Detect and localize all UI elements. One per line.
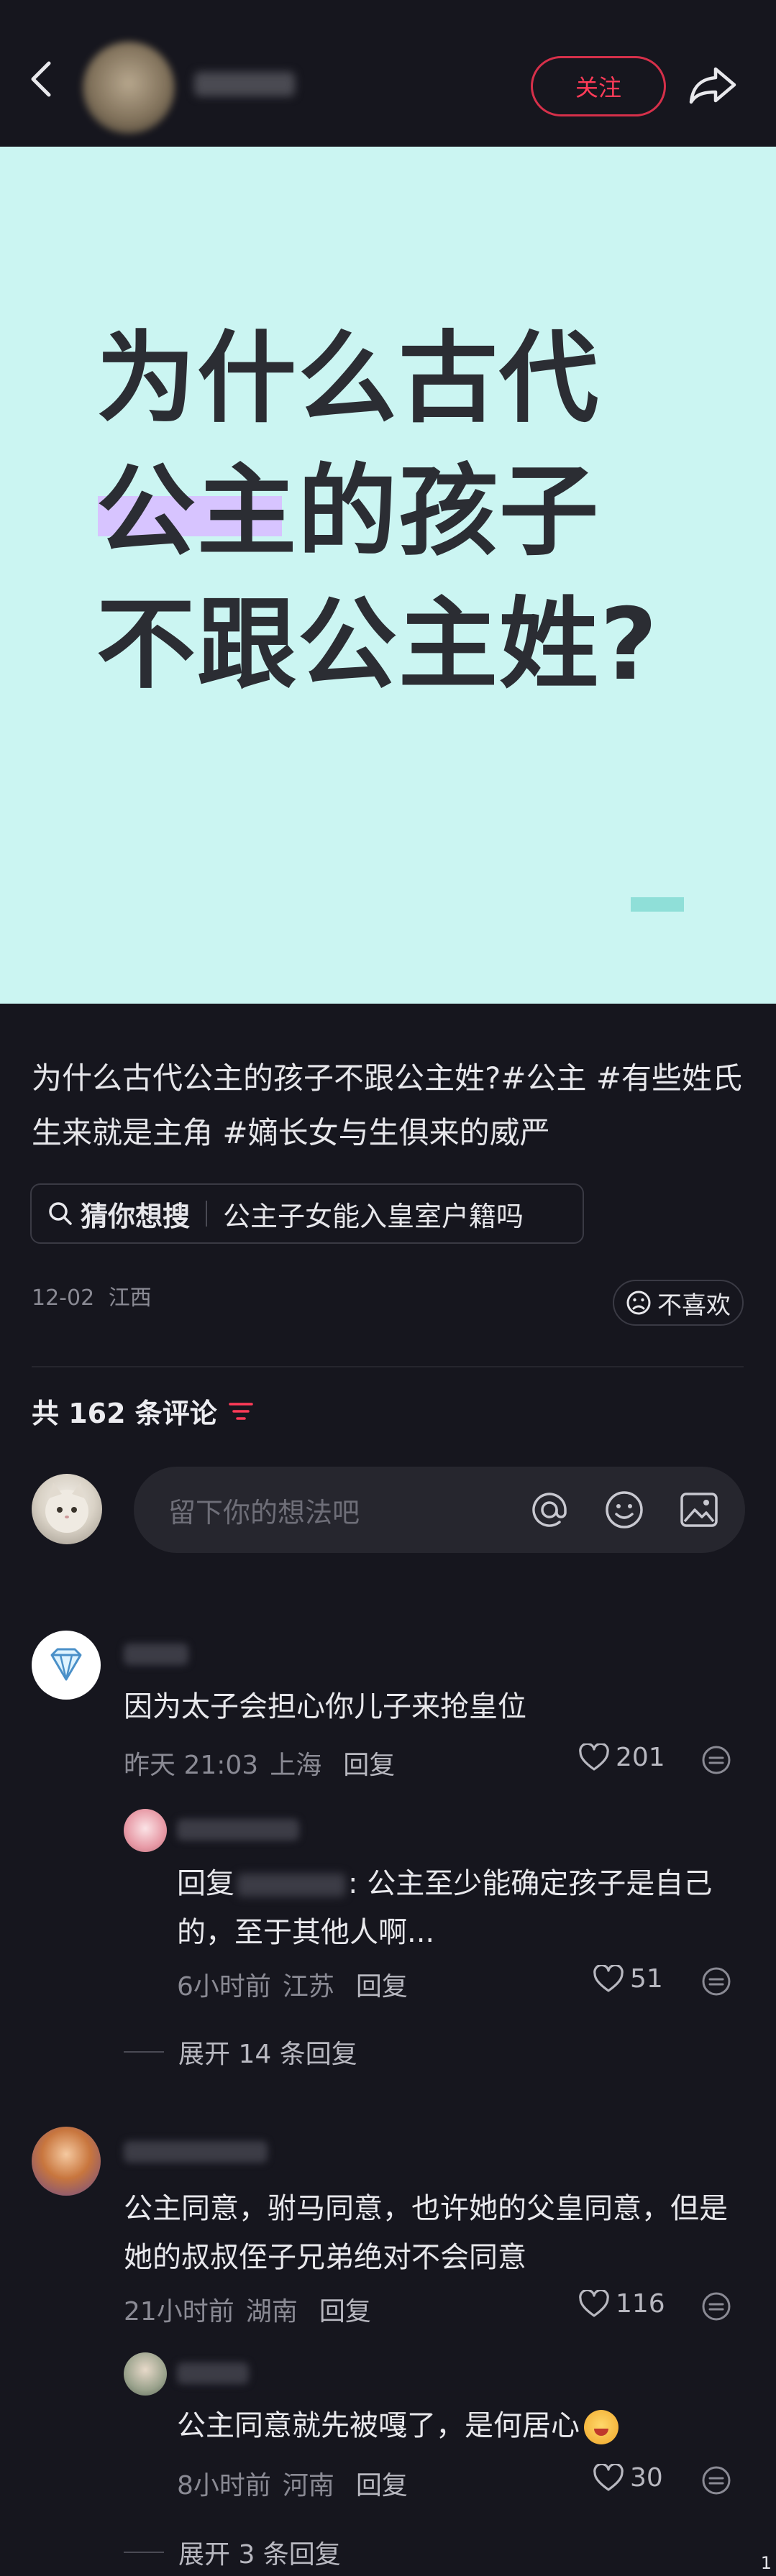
- cover-title-line-2: 公主的孩子: [96, 454, 601, 569]
- reply-text: 公主同意就先被嘎了，是何居心: [177, 2401, 745, 2450]
- share-icon[interactable]: [687, 63, 739, 106]
- reply-body: 公主同意就先被嘎了，是何居心: [177, 2409, 580, 2442]
- comment-input-placeholder: 留下你的想法吧: [168, 1496, 360, 1528]
- post-location: 江西: [108, 1285, 152, 1311]
- heart-icon: [593, 1964, 624, 1992]
- sort-icon[interactable]: [227, 1401, 255, 1422]
- comment-text: 公主同意，驸马同意，也许她的父皇同意，但是她的叔叔侄子兄弟绝对不会同意: [124, 2192, 728, 2274]
- expand-replies-label: 展开 3 条回复: [178, 2540, 341, 2570]
- reply-avatar[interactable]: [124, 2352, 167, 2396]
- back-arrow-icon[interactable]: [22, 58, 65, 101]
- author-name[interactable]: [194, 72, 295, 96]
- comment-count-text: 共 162 条评论: [32, 1398, 217, 1429]
- reply-avatar[interactable]: [124, 1809, 167, 1852]
- heart-icon: [579, 2289, 609, 2317]
- expand-line: [124, 2051, 164, 2053]
- comment-meta: 21小时前 湖南 回复: [124, 2291, 371, 2328]
- comment-region: 湖南: [245, 2297, 298, 2327]
- heart-icon: [593, 2463, 624, 2491]
- like-count: 51: [630, 1964, 663, 1994]
- post-date: 12-02: [32, 1285, 95, 1311]
- comment-input[interactable]: 留下你的想法吧: [134, 1467, 745, 1553]
- mention-icon[interactable]: [528, 1488, 571, 1531]
- like-button[interactable]: 116: [578, 2289, 665, 2319]
- comment-count: 共 162 条评论: [32, 1391, 255, 1431]
- like-button[interactable]: 30: [593, 2463, 663, 2493]
- suggest-search-query: 公主子女能入皇室户籍吗: [223, 1200, 524, 1232]
- heart-icon: [579, 1743, 609, 1771]
- like-count: 116: [616, 2289, 665, 2319]
- cover-title-line-3: 不跟公主姓?: [96, 587, 659, 702]
- post-cover-image[interactable]: 为什么古代 公主的孩子 不跟公主姓?: [0, 147, 776, 1004]
- like-count: 201: [616, 1743, 665, 1772]
- comment-time: 21小时前: [124, 2297, 234, 2327]
- suggested-search-chip[interactable]: 猜你想搜 公主子女能入皇室户籍吗: [30, 1183, 584, 1244]
- expand-replies[interactable]: 展开 14 条回复: [124, 2033, 357, 2071]
- my-avatar[interactable]: [32, 1474, 102, 1544]
- comment-options-icon[interactable]: [700, 2291, 732, 2322]
- image-icon[interactable]: [677, 1488, 721, 1531]
- cat-avatar-icon: [45, 1482, 88, 1533]
- comment-text: 因为太子会担心你儿子来抢皇位: [124, 1690, 526, 1723]
- reply-button[interactable]: 回复: [356, 1966, 408, 2003]
- hashtag[interactable]: #嫡长女与生俱来的威严: [222, 1115, 549, 1150]
- commenter-avatar[interactable]: [32, 2127, 101, 2196]
- like-button[interactable]: 201: [578, 1743, 665, 1772]
- reply-meta: 6小时前 江苏 回复: [177, 1966, 408, 2003]
- divider: [206, 1201, 208, 1227]
- search-icon: [49, 1202, 72, 1225]
- author-avatar[interactable]: [83, 42, 175, 134]
- commenter-avatar[interactable]: [32, 1631, 101, 1700]
- hashtag[interactable]: #公主: [501, 1060, 586, 1096]
- like-button[interactable]: 51: [593, 1964, 663, 1994]
- reply-author-name[interactable]: [177, 1819, 299, 1841]
- frown-face-icon: [626, 1291, 651, 1315]
- reply-time: 6小时前: [177, 1972, 271, 2002]
- mentioned-user[interactable]: [237, 1874, 345, 1897]
- post-description: 为什么古代公主的孩子不跟公主姓?#公主 #有些姓氏生来就是主角 #嫡长女与生俱来…: [32, 1051, 751, 1160]
- comment-options-icon[interactable]: [700, 1966, 732, 1997]
- top-bar: 关注: [0, 0, 776, 147]
- diamond-icon: [50, 1648, 82, 1681]
- like-count: 30: [630, 2463, 663, 2493]
- reply-prefix: 回复: [177, 1867, 234, 1900]
- dislike-button[interactable]: 不喜欢: [613, 1280, 744, 1326]
- reply-region: 江苏: [282, 1972, 334, 2002]
- follow-button[interactable]: 关注: [531, 56, 666, 116]
- cover-title-line-1: 为什么古代: [96, 321, 601, 436]
- corner-number: 1: [760, 2553, 772, 2573]
- dislike-label: 不喜欢: [657, 1291, 731, 1320]
- commenter-name[interactable]: [124, 1644, 188, 1665]
- comment-options-icon[interactable]: [700, 2465, 732, 2496]
- comment-options-icon[interactable]: [700, 1744, 732, 1776]
- emoji-icon[interactable]: [603, 1488, 646, 1531]
- post-meta: 12-02 江西: [32, 1280, 152, 1311]
- expand-line: [124, 2552, 164, 2553]
- comment-time: 昨天 21:03: [124, 1751, 259, 1780]
- reply-button[interactable]: 回复: [356, 2465, 408, 2502]
- commenter-name[interactable]: [124, 2141, 268, 2163]
- reply-meta: 8小时前 河南 回复: [177, 2465, 408, 2502]
- reply-text: 回复: 公主至少能确定孩子是自己的，至于其他人啊...: [177, 1859, 745, 1957]
- page-indicator: [631, 897, 684, 912]
- reply-region: 河南: [282, 2471, 334, 2501]
- emoji-sticker-icon: [584, 2410, 618, 2444]
- reply-author-name[interactable]: [177, 2362, 249, 2384]
- reply-time: 8小时前: [177, 2471, 271, 2501]
- expand-replies[interactable]: 展开 3 条回复: [124, 2534, 341, 2571]
- section-divider: [32, 1366, 744, 1367]
- reply-button[interactable]: 回复: [319, 2291, 371, 2328]
- reply-button[interactable]: 回复: [343, 1744, 395, 1782]
- description-text: 为什么古代公主的孩子不跟公主姓?: [32, 1060, 501, 1096]
- comment-region: 上海: [270, 1751, 322, 1780]
- comment-meta: 昨天 21:03 上海 回复: [124, 1744, 395, 1782]
- expand-replies-label: 展开 14 条回复: [178, 2040, 357, 2069]
- suggest-search-label: 猜你想搜: [81, 1200, 191, 1232]
